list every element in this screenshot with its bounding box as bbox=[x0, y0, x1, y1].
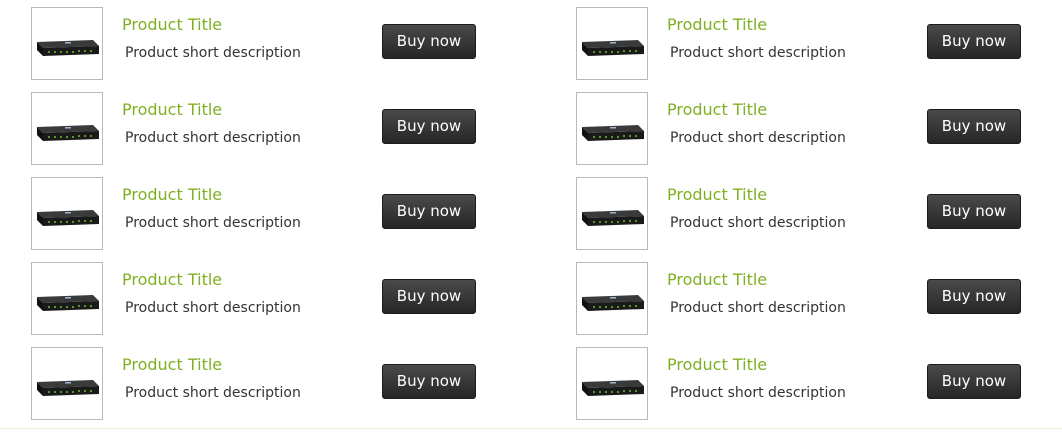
network-device-icon bbox=[582, 380, 644, 396]
buy-now-button[interactable]: Buy now bbox=[927, 364, 1021, 399]
product-thumbnail[interactable] bbox=[576, 347, 648, 420]
product-thumbnail[interactable] bbox=[576, 262, 648, 335]
product-description: Product short description bbox=[670, 215, 846, 231]
network-device-icon bbox=[37, 210, 99, 226]
network-device-icon bbox=[582, 40, 644, 56]
product-thumbnail[interactable] bbox=[31, 92, 103, 165]
buy-now-button[interactable]: Buy now bbox=[927, 194, 1021, 229]
product-description: Product short description bbox=[670, 385, 846, 401]
product-title[interactable]: Product Title bbox=[667, 356, 767, 374]
product-thumbnail[interactable] bbox=[31, 347, 103, 420]
footer-divider bbox=[0, 428, 1062, 429]
product-title[interactable]: Product Title bbox=[667, 271, 767, 289]
product-description: Product short description bbox=[670, 130, 846, 146]
product-item: Product Title Product short description … bbox=[576, 177, 1062, 262]
product-thumbnail[interactable] bbox=[576, 7, 648, 80]
product-description: Product short description bbox=[125, 130, 301, 146]
buy-now-button[interactable]: Buy now bbox=[927, 24, 1021, 59]
product-thumbnail[interactable] bbox=[576, 92, 648, 165]
product-column-right: Product Title Product short description … bbox=[576, 7, 1062, 432]
product-title[interactable]: Product Title bbox=[122, 16, 222, 34]
product-grid: Product Title Product short description … bbox=[0, 0, 1062, 431]
product-description: Product short description bbox=[670, 45, 846, 61]
product-title[interactable]: Product Title bbox=[122, 186, 222, 204]
buy-now-button[interactable]: Buy now bbox=[382, 24, 476, 59]
product-thumbnail[interactable] bbox=[31, 262, 103, 335]
buy-now-button[interactable]: Buy now bbox=[382, 109, 476, 144]
product-thumbnail[interactable] bbox=[576, 177, 648, 250]
product-item: Product Title Product short description … bbox=[31, 177, 531, 262]
buy-now-button[interactable]: Buy now bbox=[382, 279, 476, 314]
product-description: Product short description bbox=[125, 300, 301, 316]
network-device-icon bbox=[37, 125, 99, 141]
buy-now-button[interactable]: Buy now bbox=[382, 194, 476, 229]
product-item: Product Title Product short description … bbox=[576, 92, 1062, 177]
product-thumbnail[interactable] bbox=[31, 177, 103, 250]
product-description: Product short description bbox=[125, 215, 301, 231]
product-item: Product Title Product short description … bbox=[31, 92, 531, 177]
product-title[interactable]: Product Title bbox=[122, 271, 222, 289]
network-device-icon bbox=[37, 380, 99, 396]
buy-now-button[interactable]: Buy now bbox=[927, 279, 1021, 314]
product-title[interactable]: Product Title bbox=[667, 186, 767, 204]
network-device-icon bbox=[37, 295, 99, 311]
product-thumbnail[interactable] bbox=[31, 7, 103, 80]
product-item: Product Title Product short description … bbox=[576, 7, 1062, 92]
buy-now-button[interactable]: Buy now bbox=[382, 364, 476, 399]
product-item: Product Title Product short description … bbox=[31, 347, 531, 432]
network-device-icon bbox=[37, 40, 99, 56]
network-device-icon bbox=[582, 295, 644, 311]
product-description: Product short description bbox=[125, 45, 301, 61]
product-title[interactable]: Product Title bbox=[667, 16, 767, 34]
product-item: Product Title Product short description … bbox=[576, 347, 1062, 432]
product-title[interactable]: Product Title bbox=[667, 101, 767, 119]
product-title[interactable]: Product Title bbox=[122, 356, 222, 374]
product-column-left: Product Title Product short description … bbox=[31, 7, 531, 432]
product-description: Product short description bbox=[125, 385, 301, 401]
network-device-icon bbox=[582, 125, 644, 141]
product-item: Product Title Product short description … bbox=[31, 7, 531, 92]
product-item: Product Title Product short description … bbox=[576, 262, 1062, 347]
network-device-icon bbox=[582, 210, 644, 226]
buy-now-button[interactable]: Buy now bbox=[927, 109, 1021, 144]
product-title[interactable]: Product Title bbox=[122, 101, 222, 119]
product-description: Product short description bbox=[670, 300, 846, 316]
product-item: Product Title Product short description … bbox=[31, 262, 531, 347]
